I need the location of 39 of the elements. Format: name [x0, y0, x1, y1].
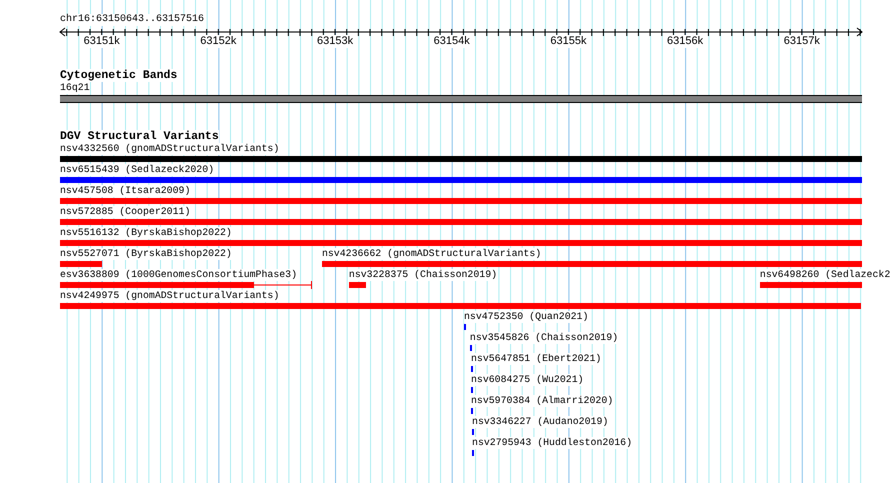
variant-label: nsv572885 (Cooper2011)	[60, 206, 190, 218]
tick-label: 63156k	[667, 35, 704, 48]
variant-bar[interactable]	[470, 345, 472, 351]
variant-label: nsv3228375 (Chaisson2019)	[348, 269, 498, 281]
variant-label: nsv4249975 (gnomADStructuralVariants)	[60, 290, 280, 302]
tick-label: 63154k	[434, 35, 470, 48]
variant-tail	[254, 281, 312, 289]
variant-bar[interactable]	[472, 429, 474, 435]
tick-label: 63157k	[784, 35, 820, 48]
track-title: Cytogenetic Bands	[60, 69, 178, 82]
tick-label: 63153k	[316, 35, 354, 48]
variant-label: nsv6084275 (Wu2021)	[470, 374, 584, 386]
variant-label: nsv4752350 (Quan2021)	[464, 311, 588, 323]
variant-label: nsv6515439 (Sedlazeck2020)	[60, 164, 214, 176]
variant-label: nsv6498260 (Sedlazeck2	[760, 269, 890, 281]
variant-label: nsv5516132 (ByrskaBishop2022)	[60, 227, 232, 239]
variant-label: nsv3346227 (Audano2019)	[472, 416, 608, 428]
tick-label: 63155k	[550, 35, 586, 48]
variant-bar[interactable]	[348, 282, 366, 288]
variant-label: nsv4236662 (gnomADStructuralVariants)	[322, 248, 542, 260]
tick-label: 63152k	[200, 35, 236, 48]
variant-bar[interactable]	[470, 387, 473, 393]
tick-label: 63151k	[84, 35, 120, 48]
variant-label: nsv5527071 (ByrskaBishop2022)	[60, 248, 232, 260]
variant-label: nsv457508 (Itsara2009)	[60, 185, 190, 197]
variant-bar[interactable]	[470, 366, 473, 372]
variant-bar[interactable]	[464, 324, 466, 330]
variant-bar[interactable]	[470, 408, 473, 414]
variant-label: nsv2795943 (Huddleston2016)	[472, 437, 632, 449]
variant-label: nsv3545826 (Chaisson2019)	[470, 332, 618, 344]
track-title: DGV Structural Variants	[60, 130, 219, 143]
variant-label: nsv5647851 (Ebert2021)	[470, 353, 602, 365]
variant-label: esv3638809 (1000GenomesConsortiumPhase3)	[60, 269, 298, 281]
band-label: 16q21	[60, 82, 90, 94]
location-label: chr16:63150643..63157516	[60, 14, 204, 26]
variant-bar[interactable]	[472, 450, 474, 456]
variant-label: nsv5970384 (Almarri2020)	[470, 395, 614, 407]
variant-label: nsv4332560 (gnomADStructuralVariants)	[60, 143, 280, 155]
cytoband[interactable]	[60, 95, 862, 103]
